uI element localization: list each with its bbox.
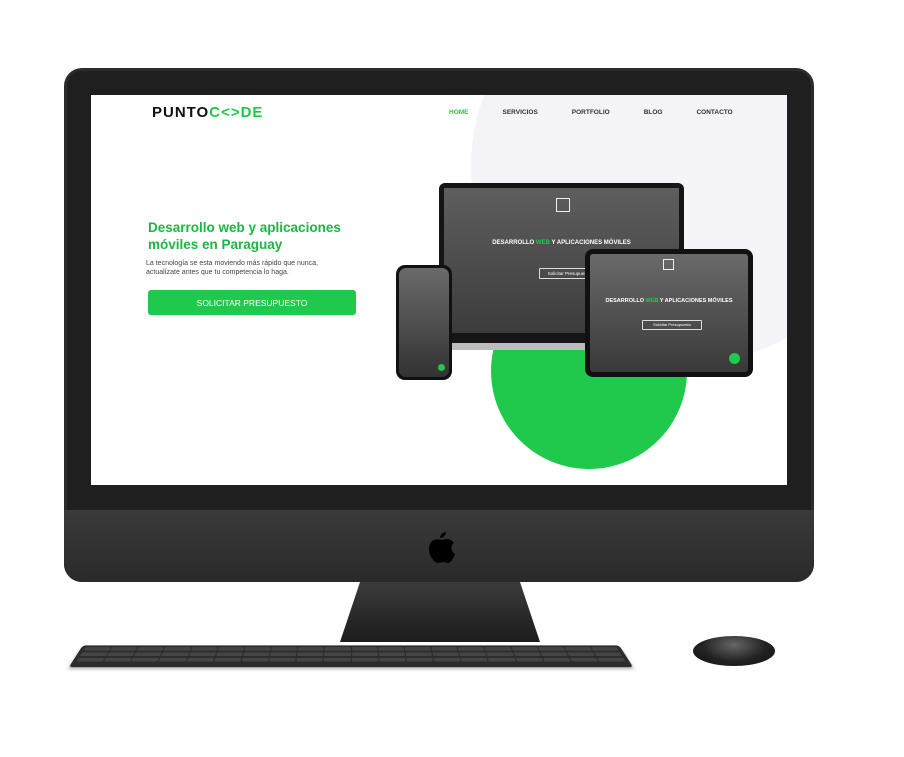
logo-text: PUNTO <box>152 104 210 121</box>
laptop-title-post: Y APLICACIONES MÓVILES <box>551 240 631 246</box>
mockup-logo <box>556 198 570 212</box>
whatsapp-icon <box>729 353 740 364</box>
nav-home[interactable]: HOME <box>449 109 469 116</box>
tablet-title-post: Y APLICACIONES MÓVILES <box>659 298 733 304</box>
nav-blog[interactable]: BLOG <box>644 109 663 116</box>
mockup-logo <box>663 259 674 270</box>
laptop-title-pre: DESARROLLO <box>492 240 535 246</box>
imac-screen: PUNTOC<>DE HOME SERVICIOS PORTFOLIO BLOG… <box>91 95 787 485</box>
main-nav: HOME SERVICIOS PORTFOLIO BLOG CONTACTO <box>449 109 767 116</box>
apple-logo-icon <box>429 532 455 563</box>
request-quote-button[interactable]: SOLICITAR PRESUPUESTO <box>148 290 356 315</box>
nav-servicios[interactable]: SERVICIOS <box>503 109 538 116</box>
nav-contacto[interactable]: CONTACTO <box>696 109 732 116</box>
keyboard <box>68 645 634 668</box>
tablet-mockup-button: Solicitar Presupuesto <box>642 320 702 330</box>
tablet-mockup: DESARROLLO WEB Y APLICACIONES MÓVILES So… <box>585 249 753 377</box>
hero-description: La tecnología se esta moviendo más rápid… <box>146 260 319 276</box>
nav-portfolio[interactable]: PORTFOLIO <box>572 109 610 116</box>
tablet-title-pre: DESARROLLO <box>605 298 644 304</box>
phone-screen <box>399 268 449 377</box>
tablet-mockup-title: DESARROLLO WEB Y APLICACIONES MÓVILES <box>590 298 748 304</box>
site-logo[interactable]: PUNTOC<>DE <box>152 104 263 121</box>
laptop-mockup-title: DESARROLLO WEB Y APLICACIONES MÓVILES <box>444 240 679 246</box>
laptop-title-highlight: WEB <box>535 240 550 246</box>
tablet-screen: DESARROLLO WEB Y APLICACIONES MÓVILES So… <box>590 254 748 372</box>
hero-title: Desarrollo web y aplicaciones móviles en… <box>148 220 341 252</box>
whatsapp-icon <box>438 364 445 371</box>
tablet-title-highlight: WEB <box>645 298 659 304</box>
mouse <box>693 636 775 666</box>
imac-stand <box>340 582 540 642</box>
phone-mockup <box>396 265 452 380</box>
logo-code-text: C<>DE <box>209 104 264 121</box>
